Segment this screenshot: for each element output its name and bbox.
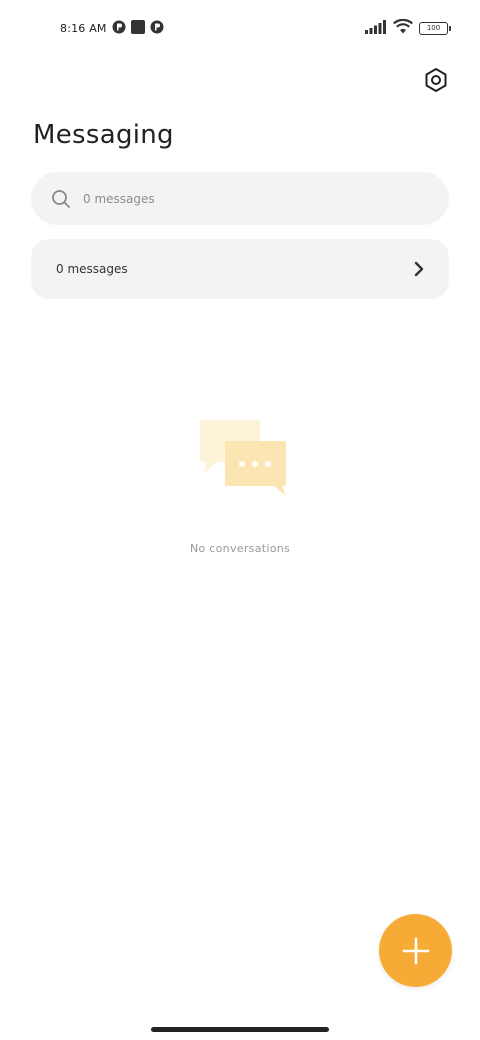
messaging-screen: 8:16 AM 100 Messaging 0 messages 0 messa…: [0, 0, 480, 1040]
wifi-icon: [393, 18, 413, 38]
notification-square-icon: [130, 19, 145, 38]
settings-button[interactable]: [420, 64, 452, 96]
empty-state-text: No conversations: [189, 542, 291, 555]
notification-app-icon: [112, 19, 126, 38]
new-conversation-button[interactable]: [379, 914, 452, 987]
status-bar-left: 8:16 AM: [60, 19, 169, 37]
signal-icon: [365, 19, 387, 38]
chat-bubbles-icon: [200, 420, 286, 496]
page-title: Messaging: [33, 120, 174, 150]
home-indicator[interactable]: [151, 1027, 329, 1032]
status-bar-right: 100: [365, 18, 451, 38]
status-bar: 8:16 AM 100: [0, 0, 480, 56]
battery-icon: 100: [419, 21, 451, 35]
gear-icon: [425, 68, 447, 92]
messages-row[interactable]: 0 messages: [31, 239, 449, 299]
clock: 8:16 AM: [60, 21, 107, 35]
notification-app-icon-2: [150, 19, 164, 38]
search-icon: [52, 189, 70, 208]
chevron-right-icon: [414, 261, 424, 277]
battery-level: 100: [426, 23, 441, 32]
search-bar[interactable]: [31, 172, 449, 225]
search-input[interactable]: [83, 191, 383, 206]
empty-state: No conversations: [0, 410, 480, 555]
messages-row-label: 0 messages: [56, 262, 128, 276]
plus-icon: [402, 937, 429, 964]
